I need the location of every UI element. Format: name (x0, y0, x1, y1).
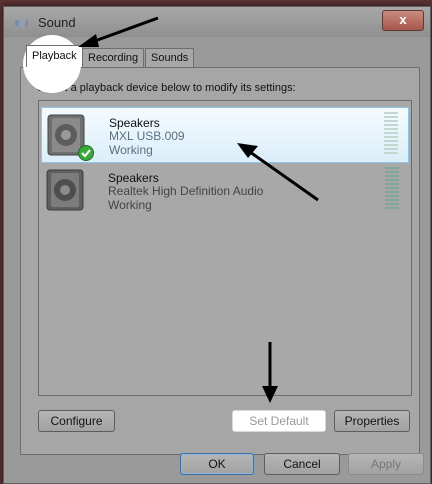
title-bar[interactable]: Sound x (4, 7, 430, 37)
ok-button[interactable]: OK (180, 453, 254, 475)
device-model: Realtek High Definition Audio (108, 184, 264, 198)
configure-button[interactable]: Configure (38, 410, 115, 432)
close-button[interactable]: x (382, 10, 424, 31)
speaker-icon (46, 169, 84, 211)
volume-meter (384, 112, 398, 158)
device-model: MXL USB.009 (109, 129, 185, 143)
volume-meter (385, 167, 399, 213)
device-name: Speakers (109, 116, 160, 130)
apply-button[interactable]: Apply (348, 453, 424, 475)
set-default-button[interactable]: Set Default (232, 410, 326, 432)
cancel-button[interactable]: Cancel (264, 453, 340, 475)
instruction-text: Select a playback device below to modify… (37, 82, 296, 94)
default-check-icon (78, 145, 94, 161)
tab-sounds-label: Sounds (151, 52, 189, 64)
device-status: Working (109, 143, 153, 157)
speaker-title-icon (15, 16, 28, 30)
device-status: Working (108, 198, 152, 212)
tab-recording[interactable]: Recording (82, 48, 145, 67)
tab-playback-label: Playback (32, 50, 77, 62)
properties-button[interactable]: Properties (334, 410, 410, 432)
tab-playback[interactable]: Playback (26, 45, 83, 67)
device-item-speakers-realtek[interactable]: Speakers Realtek High Definition Audio W… (41, 163, 409, 219)
device-list[interactable]: Speakers MXL USB.009 Working Speakers Re… (38, 100, 412, 396)
tab-sounds[interactable]: Sounds (145, 48, 195, 67)
window-title: Sound (38, 15, 76, 30)
device-name: Speakers (108, 171, 159, 185)
tab-recording-label: Recording (88, 52, 139, 64)
close-icon: x (399, 12, 407, 27)
device-item-speakers-mxl[interactable]: Speakers MXL USB.009 Working (41, 107, 409, 163)
